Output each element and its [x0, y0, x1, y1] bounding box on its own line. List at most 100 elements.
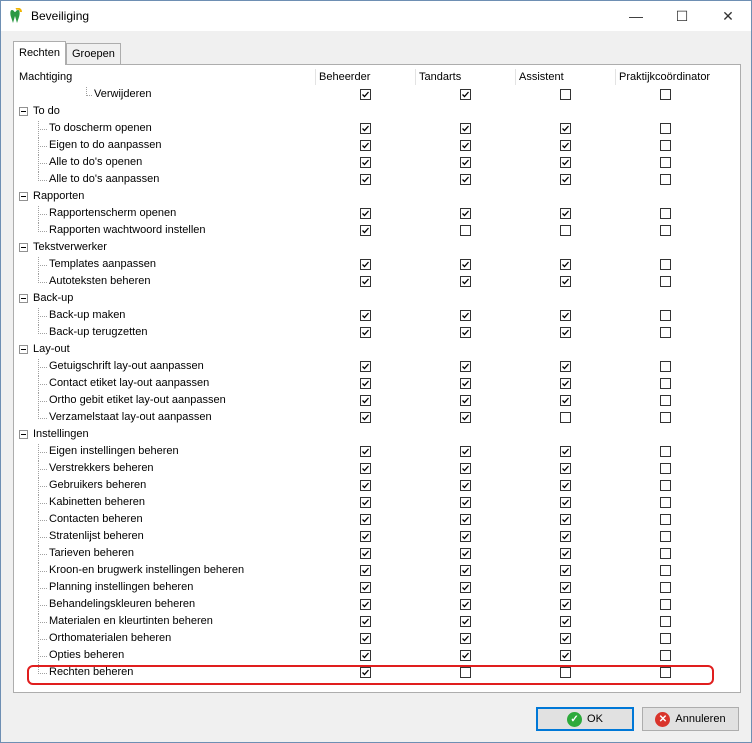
beheerder-checkbox[interactable]: [360, 259, 371, 270]
assistent-checkbox[interactable]: [560, 157, 571, 168]
collapse-icon[interactable]: [19, 192, 28, 201]
praktijkcoordinator-checkbox[interactable]: [660, 276, 671, 287]
collapse-icon[interactable]: [19, 243, 28, 252]
praktijkcoordinator-checkbox[interactable]: [660, 310, 671, 321]
tandarts-checkbox[interactable]: [460, 599, 471, 610]
tandarts-checkbox[interactable]: [460, 582, 471, 593]
beheerder-checkbox[interactable]: [360, 480, 371, 491]
beheerder-checkbox[interactable]: [360, 89, 371, 100]
tandarts-checkbox[interactable]: [460, 480, 471, 491]
tandarts-checkbox[interactable]: [460, 174, 471, 185]
praktijkcoordinator-checkbox[interactable]: [660, 480, 671, 491]
tab-rechten[interactable]: Rechten: [13, 41, 66, 65]
praktijkcoordinator-checkbox[interactable]: [660, 497, 671, 508]
assistent-checkbox[interactable]: [560, 531, 571, 542]
assistent-checkbox[interactable]: [560, 89, 571, 100]
beheerder-checkbox[interactable]: [360, 361, 371, 372]
ok-button[interactable]: ✓ OK: [536, 707, 634, 731]
praktijkcoordinator-checkbox[interactable]: [660, 446, 671, 457]
assistent-checkbox[interactable]: [560, 412, 571, 423]
beheerder-checkbox[interactable]: [360, 616, 371, 627]
beheerder-checkbox[interactable]: [360, 310, 371, 321]
maximize-button[interactable]: ☐: [659, 1, 705, 31]
praktijkcoordinator-checkbox[interactable]: [660, 650, 671, 661]
assistent-checkbox[interactable]: [560, 276, 571, 287]
beheerder-checkbox[interactable]: [360, 225, 371, 236]
tandarts-checkbox[interactable]: [460, 140, 471, 151]
beheerder-checkbox[interactable]: [360, 157, 371, 168]
minimize-button[interactable]: —: [613, 1, 659, 31]
praktijkcoordinator-checkbox[interactable]: [660, 616, 671, 627]
beheerder-checkbox[interactable]: [360, 463, 371, 474]
praktijkcoordinator-checkbox[interactable]: [660, 514, 671, 525]
assistent-checkbox[interactable]: [560, 480, 571, 491]
assistent-checkbox[interactable]: [560, 327, 571, 338]
tandarts-checkbox[interactable]: [460, 157, 471, 168]
praktijkcoordinator-checkbox[interactable]: [660, 157, 671, 168]
tandarts-checkbox[interactable]: [460, 225, 471, 236]
assistent-checkbox[interactable]: [560, 463, 571, 474]
tandarts-checkbox[interactable]: [460, 497, 471, 508]
praktijkcoordinator-checkbox[interactable]: [660, 582, 671, 593]
tandarts-checkbox[interactable]: [460, 463, 471, 474]
praktijkcoordinator-checkbox[interactable]: [660, 395, 671, 406]
assistent-checkbox[interactable]: [560, 565, 571, 576]
tandarts-checkbox[interactable]: [460, 208, 471, 219]
beheerder-checkbox[interactable]: [360, 531, 371, 542]
tandarts-checkbox[interactable]: [460, 89, 471, 100]
tandarts-checkbox[interactable]: [460, 378, 471, 389]
beheerder-checkbox[interactable]: [360, 123, 371, 134]
assistent-checkbox[interactable]: [560, 446, 571, 457]
tandarts-checkbox[interactable]: [460, 310, 471, 321]
tandarts-checkbox[interactable]: [460, 412, 471, 423]
beheerder-checkbox[interactable]: [360, 548, 371, 559]
praktijkcoordinator-checkbox[interactable]: [660, 378, 671, 389]
beheerder-checkbox[interactable]: [360, 650, 371, 661]
collapse-icon[interactable]: [19, 294, 28, 303]
assistent-checkbox[interactable]: [560, 548, 571, 559]
assistent-checkbox[interactable]: [560, 633, 571, 644]
beheerder-checkbox[interactable]: [360, 412, 371, 423]
collapse-icon[interactable]: [19, 430, 28, 439]
praktijkcoordinator-checkbox[interactable]: [660, 412, 671, 423]
tandarts-checkbox[interactable]: [460, 361, 471, 372]
praktijkcoordinator-checkbox[interactable]: [660, 548, 671, 559]
beheerder-checkbox[interactable]: [360, 582, 371, 593]
tandarts-checkbox[interactable]: [460, 327, 471, 338]
beheerder-checkbox[interactable]: [360, 140, 371, 151]
praktijkcoordinator-checkbox[interactable]: [660, 463, 671, 474]
tab-groepen[interactable]: Groepen: [66, 43, 121, 64]
praktijkcoordinator-checkbox[interactable]: [660, 565, 671, 576]
assistent-checkbox[interactable]: [560, 378, 571, 389]
beheerder-checkbox[interactable]: [360, 633, 371, 644]
assistent-checkbox[interactable]: [560, 361, 571, 372]
tandarts-checkbox[interactable]: [460, 123, 471, 134]
tandarts-checkbox[interactable]: [460, 259, 471, 270]
praktijkcoordinator-checkbox[interactable]: [660, 599, 671, 610]
assistent-checkbox[interactable]: [560, 514, 571, 525]
tandarts-checkbox[interactable]: [460, 633, 471, 644]
assistent-checkbox[interactable]: [560, 140, 571, 151]
tandarts-checkbox[interactable]: [460, 650, 471, 661]
close-button[interactable]: ✕: [705, 1, 751, 31]
praktijkcoordinator-checkbox[interactable]: [660, 225, 671, 236]
beheerder-checkbox[interactable]: [360, 514, 371, 525]
praktijkcoordinator-checkbox[interactable]: [660, 208, 671, 219]
cancel-button[interactable]: ✕ Annuleren: [642, 707, 739, 731]
beheerder-checkbox[interactable]: [360, 327, 371, 338]
assistent-checkbox[interactable]: [560, 599, 571, 610]
tandarts-checkbox[interactable]: [460, 395, 471, 406]
praktijkcoordinator-checkbox[interactable]: [660, 361, 671, 372]
tandarts-checkbox[interactable]: [460, 616, 471, 627]
praktijkcoordinator-checkbox[interactable]: [660, 633, 671, 644]
praktijkcoordinator-checkbox[interactable]: [660, 140, 671, 151]
beheerder-checkbox[interactable]: [360, 395, 371, 406]
praktijkcoordinator-checkbox[interactable]: [660, 327, 671, 338]
assistent-checkbox[interactable]: [560, 259, 571, 270]
beheerder-checkbox[interactable]: [360, 599, 371, 610]
assistent-checkbox[interactable]: [560, 208, 571, 219]
beheerder-checkbox[interactable]: [360, 276, 371, 287]
praktijkcoordinator-checkbox[interactable]: [660, 123, 671, 134]
collapse-icon[interactable]: [19, 345, 28, 354]
beheerder-checkbox[interactable]: [360, 446, 371, 457]
